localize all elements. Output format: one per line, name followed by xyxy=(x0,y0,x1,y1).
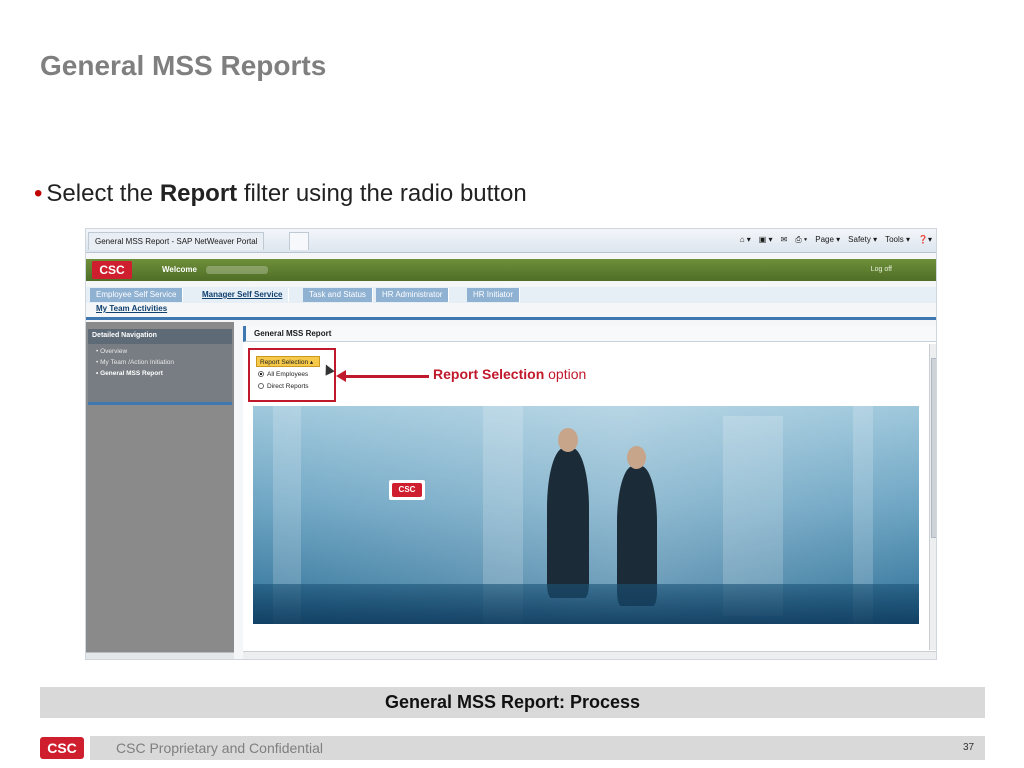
mouse-cursor-icon xyxy=(321,362,335,376)
feeds-icon[interactable]: ▣ ▾ xyxy=(759,235,773,245)
report-selection-dropdown[interactable]: Report Selection ▴ xyxy=(256,356,320,367)
safety-menu[interactable]: Safety ▾ xyxy=(848,235,877,245)
person-figure-left xyxy=(547,448,589,598)
radio-unselected-icon xyxy=(258,383,264,389)
subtab-my-team-activities[interactable]: My Team Activities xyxy=(96,304,167,313)
banner-image: CSC xyxy=(253,406,919,624)
tab-hr-administrator[interactable]: HR Administrator xyxy=(376,288,450,302)
portal-tabs: Employee Self Service Manager Self Servi… xyxy=(86,287,936,303)
bullet-text-suffix: filter using the radio button xyxy=(237,180,527,207)
browser-commands: ⌂ ▾ ▣ ▾ ✉ ⎙ ▾ Page ▾ Safety ▾ Tools ▾ ❓▾ xyxy=(740,235,932,245)
slide-title: General MSS Reports xyxy=(40,50,327,81)
new-tab-button[interactable] xyxy=(289,232,309,250)
tab-divider xyxy=(86,317,936,320)
confidential-notice: CSC Proprietary and Confidential xyxy=(116,740,323,756)
help-icon[interactable]: ❓▾ xyxy=(918,235,932,245)
browser-tab-title: General MSS Report - SAP NetWeaver Porta… xyxy=(95,237,258,246)
content-vertical-scrollbar[interactable] xyxy=(929,344,936,650)
page-menu[interactable]: Page ▾ xyxy=(815,235,840,245)
nav-list: • Overview • My Team /Action Initiation … xyxy=(88,344,232,402)
slide-caption: General MSS Report: Process xyxy=(40,687,985,718)
nav-item-general-mss-report[interactable]: • General MSS Report xyxy=(96,370,232,377)
scroll-thumb[interactable] xyxy=(931,358,936,538)
content-heading: General MSS Report xyxy=(243,326,936,342)
portal-logo: CSC xyxy=(92,261,132,279)
portal-header: CSC Welcome Log off xyxy=(86,259,936,281)
browser-tab[interactable]: General MSS Report - SAP NetWeaver Porta… xyxy=(88,232,265,250)
nav-item-team-action[interactable]: • My Team /Action Initiation xyxy=(96,359,232,366)
tab-task-and-status[interactable]: Task and Status xyxy=(303,288,373,302)
banner-floor xyxy=(253,584,919,624)
detailed-navigation: Detailed Navigation • Overview • My Team… xyxy=(86,322,234,659)
page-number: 37 xyxy=(963,742,975,753)
portal-screenshot: General MSS Report - SAP NetWeaver Porta… xyxy=(85,228,937,660)
bullet-dot-icon: • xyxy=(34,180,43,207)
content-horizontal-scrollbar[interactable] xyxy=(243,651,936,659)
radio-all-employees[interactable]: All Employees xyxy=(258,371,308,378)
slide: General MSS Reports • Select the Report f… xyxy=(0,0,1024,768)
arrow-line xyxy=(343,375,429,378)
callout-label: Report Selection option xyxy=(433,366,587,382)
nav-item-overview[interactable]: • Overview xyxy=(96,348,232,355)
report-selection-highlight: Report Selection ▴ All Employees Direct … xyxy=(248,348,336,402)
banner-logo: CSC xyxy=(389,480,425,500)
content-panel: General MSS Report Report Selection ▴ Al… xyxy=(243,326,936,659)
welcome-label: Welcome xyxy=(162,265,197,274)
footer-logo: CSC xyxy=(40,737,84,759)
tab-hr-initiator[interactable]: HR Initiator xyxy=(467,288,521,302)
bullet-text-prefix: Select the xyxy=(46,180,160,207)
nav-separator xyxy=(88,402,232,405)
home-icon[interactable]: ⌂ ▾ xyxy=(740,235,751,245)
nav-horizontal-scrollbar[interactable] xyxy=(86,652,234,659)
mail-icon[interactable]: ✉ xyxy=(781,235,788,245)
print-icon[interactable]: ⎙ ▾ xyxy=(795,235,807,245)
nav-heading: Detailed Navigation xyxy=(88,329,232,344)
browser-toolbar: General MSS Report - SAP NetWeaver Porta… xyxy=(86,229,936,253)
tools-menu[interactable]: Tools ▾ xyxy=(885,235,910,245)
tab-employee-self-service[interactable]: Employee Self Service xyxy=(90,288,184,302)
tab-manager-self-service[interactable]: Manager Self Service xyxy=(196,288,290,302)
bullet-text-bold: Report xyxy=(159,180,238,207)
radio-selected-icon xyxy=(258,371,264,377)
logoff-link[interactable]: Log off xyxy=(871,266,892,273)
radio-direct-reports[interactable]: Direct Reports xyxy=(258,383,309,390)
instruction-bullet: • Select the Report filter using the radi… xyxy=(34,180,527,208)
user-name-blurred xyxy=(206,266,268,274)
